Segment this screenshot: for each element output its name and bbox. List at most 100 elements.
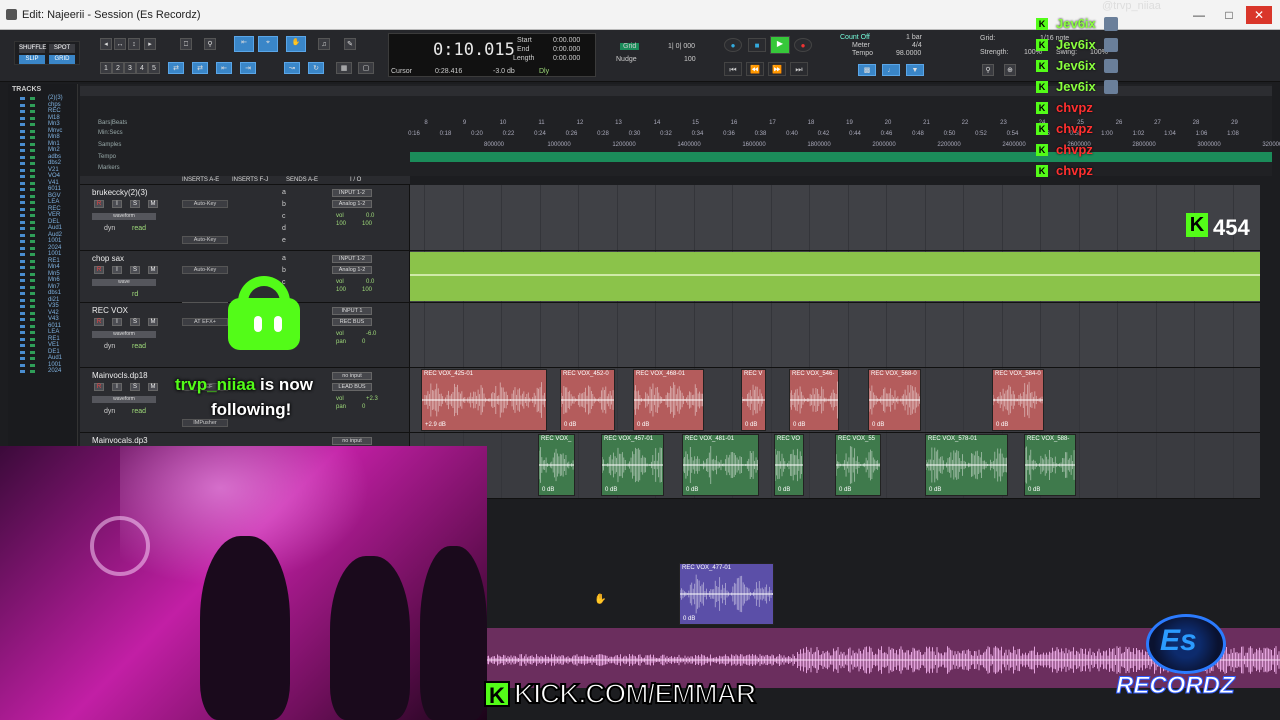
trim-tool-icon[interactable]: ⎕ (180, 38, 192, 50)
input-monitor-button[interactable]: I (112, 383, 122, 391)
record-enable-button[interactable]: R (94, 266, 104, 274)
io-output[interactable]: Analog 1-2 (332, 266, 372, 274)
record-enable-button[interactable]: R (94, 200, 104, 208)
audio-clip[interactable]: REC VOX_452-0 0 dB (560, 369, 615, 431)
scrubber-tool-icon[interactable]: ♫ (318, 38, 330, 50)
smart-tool-trim-icon[interactable]: ⇤ (234, 36, 254, 52)
chat-username[interactable]: chvpz (1056, 142, 1093, 157)
audio-clip[interactable]: REC VOX_468-01 0 dB (633, 369, 704, 431)
io-input[interactable]: no input (332, 437, 372, 445)
audio-region-chop-sax[interactable] (410, 252, 1260, 301)
smart-tool-grab-icon[interactable]: ✋ (286, 36, 306, 52)
track-name[interactable]: REC VOX (92, 306, 128, 315)
end-value[interactable]: 0:00.000 (553, 46, 580, 53)
grid-button[interactable]: GRID (49, 55, 75, 64)
automation-mode[interactable]: read (132, 343, 146, 350)
send-slot[interactable]: a (282, 189, 286, 196)
smart-tool-select-icon[interactable]: ⌖ (258, 36, 278, 52)
io-input[interactable]: INPUT 1-2 (332, 189, 372, 197)
insert-slot[interactable]: Auto-Key (182, 236, 228, 244)
mirror-midi-icon[interactable]: ↝ (284, 62, 300, 74)
rewind-button[interactable]: ⏪ (746, 62, 764, 76)
length-value[interactable]: 0:00.000 (553, 55, 580, 62)
io-output[interactable]: Analog 1-2 (332, 200, 372, 208)
spot-button[interactable]: SPOT (49, 44, 75, 53)
count-off-label[interactable]: Count Off (840, 34, 870, 41)
search-icon[interactable]: ⚲ (982, 64, 994, 76)
link-timeline-icon[interactable]: ⇄ (168, 62, 184, 74)
zoom-preset-2[interactable]: 2 (112, 62, 124, 74)
audio-clip[interactable]: REC VOX_425-01 +2.9 dB (421, 369, 547, 431)
zoom-forward-icon[interactable]: ▸ (144, 38, 156, 50)
shuffle-button[interactable]: SHUFFLE (19, 44, 46, 53)
track-list-item[interactable]: 2024 (8, 368, 77, 375)
audio-clip[interactable]: REC VOX_578-01 0 dB (925, 434, 1008, 496)
slip-button[interactable]: SLIP (19, 55, 45, 64)
send-slot[interactable]: b (282, 201, 286, 208)
track-lane[interactable] (410, 303, 1260, 367)
record-enable-button[interactable]: R (94, 383, 104, 391)
zoomer-tool-icon[interactable]: ⚲ (204, 38, 216, 50)
auto-scroll-icon[interactable]: ↻ (308, 62, 324, 74)
solo-button[interactable]: S (130, 383, 140, 391)
chat-username[interactable]: chvpz (1056, 121, 1093, 136)
return-to-zero-button[interactable]: ⏮ (724, 62, 742, 76)
automation-mode[interactable]: read (132, 225, 146, 232)
audio-clip[interactable]: REC VO 0 dB (774, 434, 804, 496)
input-monitor-button[interactable]: I (112, 200, 122, 208)
audio-clip[interactable]: REC VOX_477-01 0 dB (679, 563, 774, 625)
zoom-preset-1[interactable]: 1 (100, 62, 112, 74)
tab-to-transient-icon[interactable]: ⇥ (240, 62, 256, 74)
conductor-icon[interactable]: ♩ (882, 64, 900, 76)
grid-label[interactable]: Grid (620, 43, 640, 50)
track-view-selector[interactable]: waveform (92, 213, 156, 220)
nudge-label[interactable]: Nudge (616, 56, 637, 63)
mute-button[interactable]: M (148, 200, 158, 208)
keyboard-focus-icon[interactable]: ▢ (358, 62, 374, 74)
solo-button[interactable]: S (130, 318, 140, 326)
start-value[interactable]: 0:00.000 (553, 37, 580, 44)
main-counter-value[interactable]: 0:10.015 (433, 40, 515, 60)
send-slot[interactable]: d (282, 225, 286, 232)
mute-button[interactable]: M (148, 266, 158, 274)
volume-value[interactable]: 0.0 (366, 213, 374, 219)
chat-username[interactable]: Jev6ix (1056, 37, 1096, 52)
go-to-end-button[interactable]: ⏭ (790, 62, 808, 76)
audio-clip[interactable]: REC VOX_584-0 0 dB (992, 369, 1044, 431)
zoom-preset-4[interactable]: 4 (136, 62, 148, 74)
pan-left-value[interactable]: 100 (336, 221, 346, 227)
automation-mode[interactable]: rd (132, 291, 138, 298)
track-view-selector[interactable]: wave (92, 279, 156, 286)
audio-clip[interactable]: REC VOX_588- 0 dB (1024, 434, 1076, 496)
io-input[interactable]: INPUT 1-2 (332, 255, 372, 263)
record-enable-button[interactable]: R (94, 318, 104, 326)
tempo-value[interactable]: 98.0000 (896, 50, 921, 57)
zoom-out-icon[interactable]: ◂ (100, 38, 112, 50)
chat-username[interactable]: chvpz (1056, 100, 1093, 115)
audio-clip[interactable]: REC VOX_546- 0 dB (789, 369, 839, 431)
track-name[interactable]: Mainvocals.dp3 (92, 436, 148, 445)
zoom-search-icon[interactable]: ⊕ (1004, 64, 1016, 76)
chat-username[interactable]: chvpz (1056, 163, 1093, 178)
insert-slot[interactable]: Auto-Key (182, 266, 228, 274)
track-name[interactable]: Mainvocls.dp18 (92, 371, 148, 380)
send-slot[interactable]: b (282, 267, 286, 274)
nudge-value[interactable]: 100 (684, 56, 696, 63)
insert-slot[interactable]: Auto-Key (182, 200, 228, 208)
zoom-in-icon[interactable]: ↔ (114, 38, 126, 50)
zoom-preset-3[interactable]: 3 (124, 62, 136, 74)
track-dyn-label[interactable]: dyn (104, 343, 115, 350)
track-view-selector[interactable]: waveform (92, 331, 156, 338)
link-track-icon[interactable]: ⇄ (192, 62, 208, 74)
chat-username[interactable]: Jev6ix (1056, 79, 1096, 94)
play-button[interactable]: ▶ (770, 36, 790, 54)
send-slot[interactable]: c (282, 213, 286, 220)
vertical-zoom-icon[interactable]: ↕ (128, 38, 140, 50)
record-button[interactable]: ● (794, 38, 812, 52)
audio-clip[interactable]: REC VOX_55 0 dB (835, 434, 881, 496)
insertion-follows-icon[interactable]: ⇤ (216, 62, 232, 74)
audio-clip[interactable]: REC VOX_457-01 0 dB (601, 434, 664, 496)
zoom-toggle-icon[interactable]: ▦ (336, 62, 352, 74)
mute-button[interactable]: M (148, 383, 158, 391)
mute-button[interactable]: M (148, 318, 158, 326)
